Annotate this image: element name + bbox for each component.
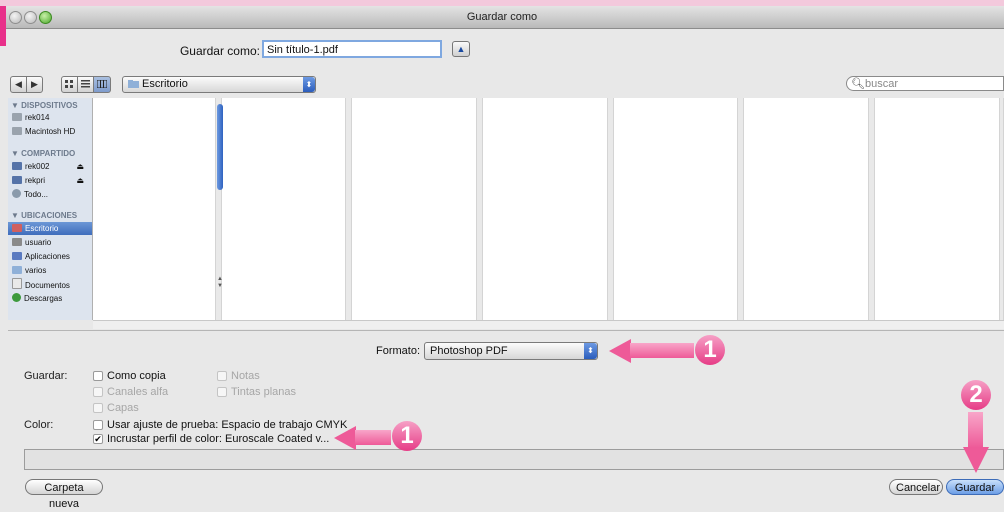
sidebar-item-documentos[interactable]: Documentos [12,278,92,291]
sidebar-item-varios[interactable]: varios [12,264,92,277]
sidebar-item-rekpri[interactable]: rekpri ⏏ [12,174,92,187]
column-divider[interactable] [476,98,483,320]
annotation-arrow-head [609,339,631,363]
home-icon [12,238,22,246]
alpha-channels-label: Canales alfa [107,386,169,398]
proof-setup-checkbox[interactable] [93,420,103,430]
column-divider[interactable] [345,98,352,320]
layers-label: Capas [107,402,139,414]
save-button[interactable]: Guardar [946,479,1004,495]
window-title: Guardar como [466,11,538,23]
as-copy-label: Como copia [107,370,166,382]
sidebar-item-usuario[interactable]: usuario [12,236,92,249]
sidebar-item-descargas[interactable]: Descargas [12,292,92,305]
desktop-icon [12,224,22,232]
format-value: Photoshop PDF [430,345,508,357]
annotation-arrow-color [355,430,391,445]
applications-icon [12,252,22,260]
layers-checkbox[interactable] [93,403,103,413]
sidebar: ▼ DISPOSITIVOS rek014 Macintosh HD ▼ COM… [8,98,93,320]
sidebar-item-escritorio[interactable]: Escritorio [8,222,92,235]
column-view-button[interactable] [93,76,111,93]
save-options-label: Guardar: [24,370,68,382]
notes-checkbox[interactable] [217,371,227,381]
sidebar-item-rek002[interactable]: rek002 ⏏ [12,160,92,173]
vertical-scrollbar-thumb[interactable] [217,104,223,190]
annotation-badge-2: 2 [961,380,991,410]
document-icon [12,278,22,289]
folder-icon [12,266,22,274]
sidebar-section-devices: ▼ DISPOSITIVOS [11,101,78,110]
annotation-badge-1: 1 [392,421,422,451]
embed-profile-checkbox[interactable]: ✔ [93,434,103,444]
proof-setup-label: Usar ajuste de prueba: Espacio de trabaj… [107,419,348,431]
panel-divider [8,330,1004,331]
column-divider[interactable] [868,98,875,320]
column-divider[interactable] [999,98,1004,320]
annotation-badge-1: 1 [695,335,725,365]
checkmark-icon: ✔ [94,434,102,444]
sidebar-item-aplicaciones[interactable]: Aplicaciones [12,250,92,263]
icon-view-icon [65,80,73,88]
location-label: Escritorio [142,78,188,90]
eject-icon[interactable]: ⏏ [76,174,84,187]
horizontal-scrollbar[interactable] [93,320,1004,329]
eject-icon[interactable]: ⏏ [76,160,84,173]
server-icon [12,162,22,170]
forward-button[interactable]: ▶ [26,76,43,93]
sidebar-section-shared: ▼ COMPARTIDO [11,149,76,158]
notes-label: Notas [231,370,260,382]
sidebar-section-places: ▼ UBICACIONES [11,211,78,220]
sidebar-item-macintosh-hd[interactable]: Macintosh HD [12,125,92,138]
folder-icon [128,80,139,88]
cancel-button[interactable]: Cancelar [889,479,943,495]
search-icon: 🔍︎ [851,78,865,90]
list-view-icon [81,80,90,88]
computer-icon [12,113,22,121]
scroll-arrows-icon[interactable]: ▲ ▼ [216,276,224,290]
forward-arrow-icon: ▶ [31,79,38,89]
sidebar-item-rek014[interactable]: rek014 [12,111,92,124]
network-icon [12,189,21,198]
server-icon [12,176,22,184]
back-arrow-icon: ◀ [15,79,22,89]
filename-input[interactable]: Sin título-1.pdf [262,40,442,58]
column-view-icon [96,79,108,89]
embed-profile-label: Incrustar perfil de color: Euroscale Coa… [107,433,330,445]
alpha-channels-checkbox[interactable] [93,387,103,397]
annotation-arrow-save [968,412,983,448]
column-divider[interactable] [737,98,744,320]
column-divider[interactable] [607,98,614,320]
back-button[interactable]: ◀ [10,76,27,93]
collapse-dialog-button[interactable]: ▲ [452,41,470,57]
new-folder-button[interactable]: Carpeta nueva [25,479,103,510]
color-options-label: Color: [24,419,54,431]
updown-arrows-icon: ⬍ [303,77,315,92]
updown-arrows-icon: ⬍ [584,343,597,359]
format-label: Formato: [375,345,420,357]
as-copy-checkbox[interactable] [93,371,103,381]
icon-view-button[interactable] [61,76,78,93]
download-icon [12,293,21,302]
spot-colors-checkbox[interactable] [217,387,227,397]
spot-colors-label: Tintas planas [231,386,297,398]
disk-icon [12,127,22,135]
format-select[interactable]: Photoshop PDF ⬍ [424,342,598,360]
annotation-arrow-head [963,447,989,473]
list-view-button[interactable] [77,76,94,93]
triangle-up-icon: ▲ [456,44,466,54]
location-select[interactable]: Escritorio ⬍ [122,76,316,93]
annotation-arrow-format [630,343,694,358]
search-input[interactable]: 🔍︎buscar [846,76,1004,91]
warning-box [24,449,1004,470]
save-as-label: Guardar como: [179,44,260,58]
search-placeholder: buscar [864,78,898,90]
sidebar-item-todo[interactable]: Todo... [12,188,92,201]
annotation-arrow-head [334,426,356,450]
